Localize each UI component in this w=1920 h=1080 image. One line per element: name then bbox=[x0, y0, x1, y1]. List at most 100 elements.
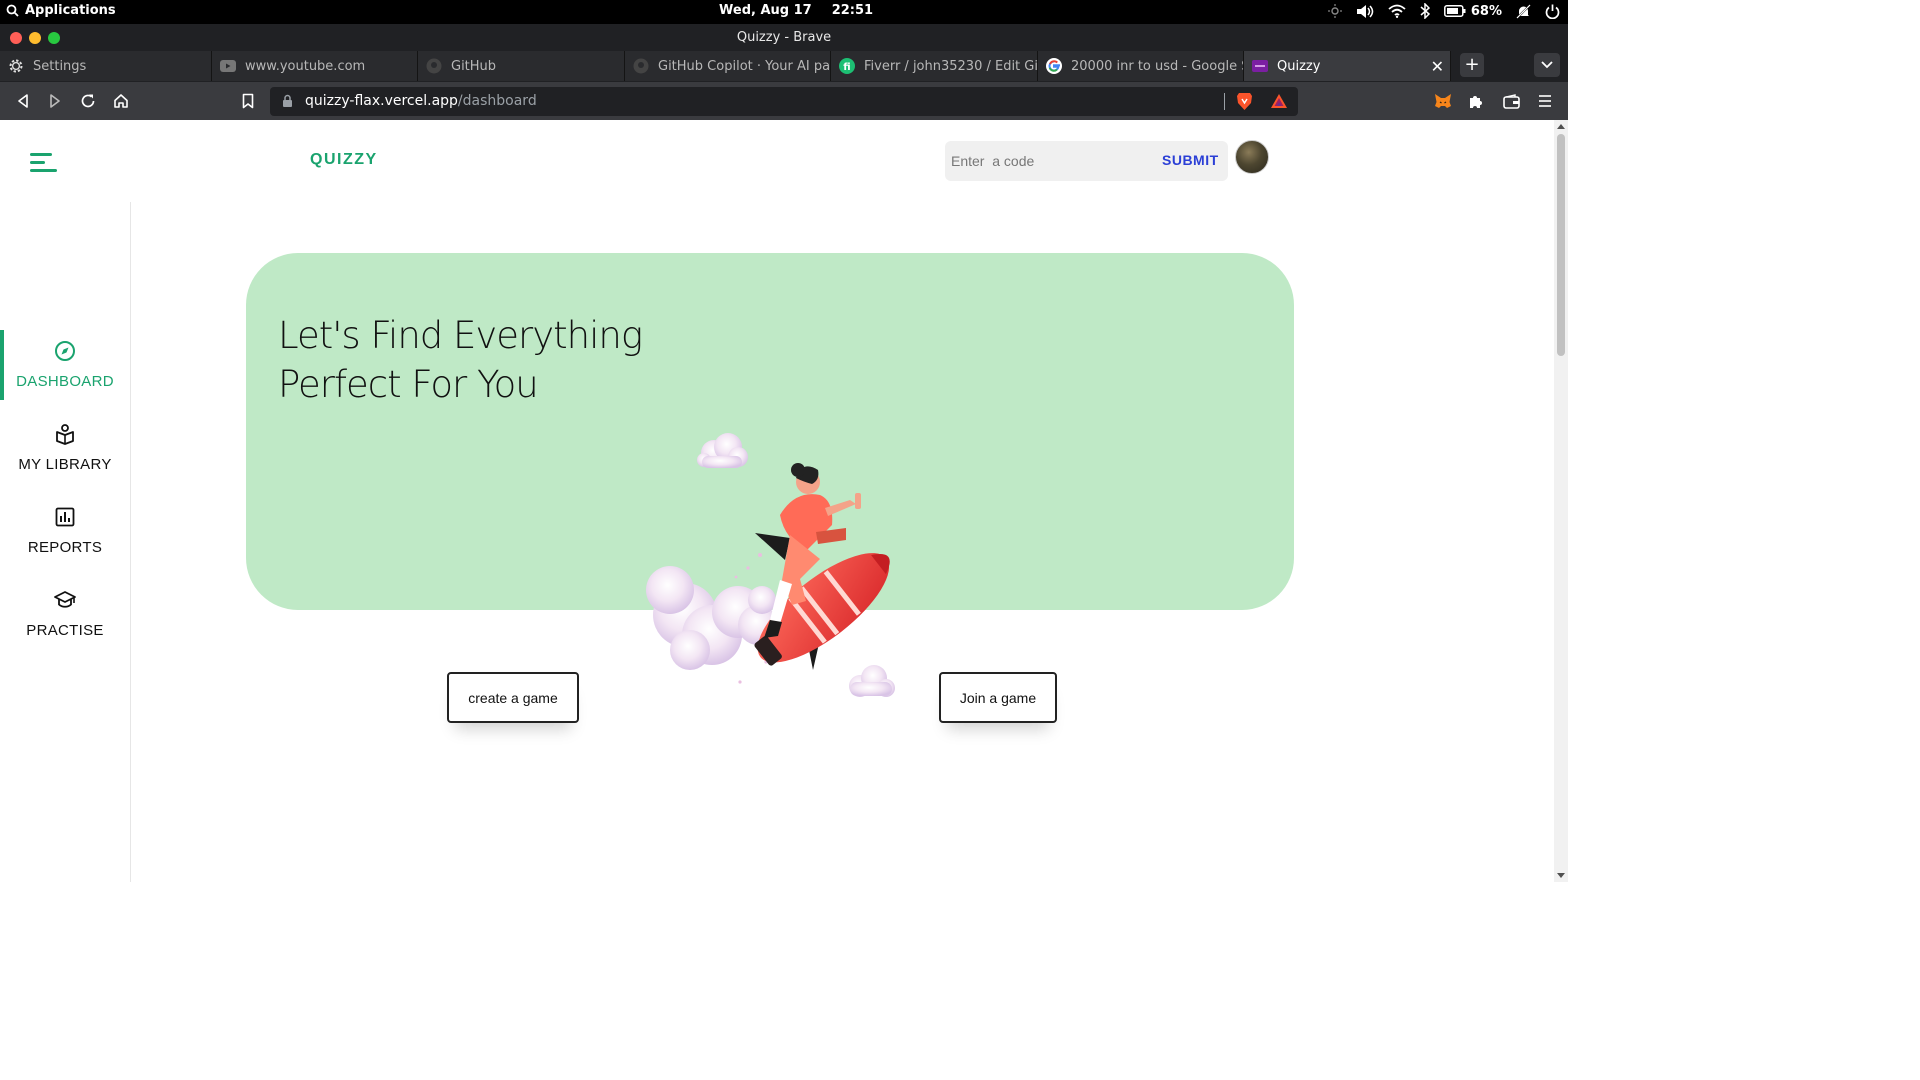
sidebar-item-label: MY LIBRARY bbox=[18, 456, 112, 473]
tab-label: Fiverr / john35230 / Edit Gig bbox=[864, 58, 1037, 74]
tab-search-button[interactable] bbox=[1534, 53, 1560, 77]
exhaust-cloud bbox=[646, 566, 778, 670]
new-tab-button[interactable]: + bbox=[1460, 53, 1484, 77]
library-icon bbox=[56, 424, 74, 445]
fox-icon bbox=[1435, 94, 1451, 108]
brightness-icon[interactable] bbox=[1327, 4, 1342, 18]
gear-icon bbox=[8, 58, 24, 74]
battery-icon bbox=[1443, 5, 1466, 17]
divider bbox=[1224, 93, 1225, 110]
chart-icon bbox=[55, 507, 75, 527]
sidebar-divider bbox=[130, 202, 131, 882]
web-page: QUIZZY SUBMIT DASHBOARD MY LIBRARY REPOR… bbox=[0, 120, 1568, 882]
join-code-form: SUBMIT bbox=[945, 141, 1228, 181]
clock[interactable]: Wed, Aug 17 22:51 bbox=[719, 3, 873, 18]
bluetooth-icon[interactable] bbox=[1420, 3, 1430, 19]
sidebar-item-dashboard[interactable]: DASHBOARD bbox=[0, 330, 130, 400]
submit-code-button[interactable]: SUBMIT bbox=[1162, 152, 1219, 168]
google-icon bbox=[1046, 58, 1062, 74]
hero-title-line: Let's Find Everything bbox=[278, 314, 643, 357]
address-bar[interactable]: quizzy-flax.vercel.app/dashboard bbox=[270, 87, 1298, 116]
scroll-down-icon[interactable] bbox=[1557, 873, 1565, 878]
menu-bar-line bbox=[30, 161, 45, 164]
scroll-up-icon[interactable] bbox=[1557, 124, 1565, 129]
chevron-down-icon bbox=[1541, 61, 1553, 69]
home-button[interactable] bbox=[111, 91, 131, 111]
sidebar-item-label: DASHBOARD bbox=[16, 373, 114, 390]
home-icon bbox=[114, 94, 128, 108]
compass-icon bbox=[55, 341, 75, 361]
wallet-icon bbox=[1502, 93, 1520, 109]
tab-github[interactable]: GitHub bbox=[418, 51, 625, 81]
clock-date: Wed, Aug 17 bbox=[719, 3, 812, 18]
tab-fiverr[interactable]: fi Fiverr / john35230 / Edit Gig bbox=[831, 51, 1038, 81]
app-logo[interactable]: QUIZZY bbox=[310, 151, 378, 169]
page-scrollbar[interactable] bbox=[1554, 120, 1568, 882]
lock-icon[interactable] bbox=[282, 94, 293, 108]
github-icon bbox=[426, 58, 442, 74]
arrow-forward-icon bbox=[50, 94, 60, 108]
forward-button[interactable] bbox=[45, 91, 65, 111]
game-code-input[interactable] bbox=[951, 150, 1151, 172]
github-icon bbox=[633, 58, 649, 74]
sidebar-item-my-library[interactable]: MY LIBRARY bbox=[0, 413, 130, 483]
scrollbar-thumb[interactable] bbox=[1557, 134, 1565, 356]
tab-label: Quizzy bbox=[1277, 58, 1321, 74]
back-button[interactable] bbox=[13, 91, 33, 111]
battery-indicator[interactable]: 68% bbox=[1443, 3, 1502, 19]
volume-icon[interactable] bbox=[1356, 4, 1374, 19]
reload-button[interactable] bbox=[78, 91, 98, 111]
sidebar-item-reports[interactable]: REPORTS bbox=[0, 496, 130, 566]
arrow-back-icon bbox=[18, 94, 28, 108]
sidebar-item-practise[interactable]: PRACTISE bbox=[0, 579, 130, 649]
metamask-extension-button[interactable] bbox=[1433, 91, 1453, 111]
applications-menu[interactable]: Applications bbox=[6, 3, 116, 18]
bookmark-button[interactable] bbox=[238, 91, 258, 111]
brave-shields-icon[interactable] bbox=[1236, 92, 1253, 111]
sidebar-item-label: PRACTISE bbox=[26, 622, 104, 639]
sidebar-toggle-button[interactable] bbox=[30, 152, 58, 174]
close-tab-icon[interactable]: ✕ bbox=[1431, 57, 1444, 76]
wifi-icon[interactable] bbox=[1388, 4, 1406, 18]
browser-menu-button[interactable] bbox=[1535, 91, 1555, 111]
url-text[interactable]: quizzy-flax.vercel.app/dashboard bbox=[305, 93, 537, 109]
tab-label: 20000 inr to usd - Google Se bbox=[1071, 58, 1243, 74]
user-avatar[interactable] bbox=[1235, 140, 1269, 174]
clock-time: 22:51 bbox=[831, 3, 874, 18]
reload-icon bbox=[81, 94, 95, 108]
join-game-button[interactable]: Join a game bbox=[939, 672, 1057, 723]
svg-text:fi: fi bbox=[843, 62, 850, 73]
puzzle-icon bbox=[1470, 96, 1482, 108]
rocket-rider-illustration bbox=[646, 433, 895, 697]
graduation-cap-icon bbox=[54, 591, 76, 608]
extensions-button[interactable] bbox=[1466, 91, 1486, 111]
url-path: /dashboard bbox=[457, 93, 537, 109]
tab-google[interactable]: 20000 inr to usd - Google Se bbox=[1038, 51, 1244, 81]
tab-label: GitHub bbox=[451, 58, 497, 74]
tab-label: www.youtube.com bbox=[245, 58, 366, 74]
search-icon bbox=[6, 4, 19, 17]
os-top-bar: Applications Wed, Aug 17 22:51 68% bbox=[0, 0, 1568, 24]
youtube-icon bbox=[220, 58, 236, 74]
hero-title-line: Perfect For You bbox=[278, 363, 539, 406]
power-icon[interactable] bbox=[1545, 4, 1560, 19]
tab-label: GitHub Copilot · Your AI pair p bbox=[658, 58, 830, 74]
quizzy-icon bbox=[1252, 58, 1268, 74]
sidebar-item-label: REPORTS bbox=[27, 539, 103, 556]
tab-youtube[interactable]: www.youtube.com bbox=[212, 51, 418, 81]
notifications-off-icon[interactable] bbox=[1516, 3, 1531, 19]
tab-quizzy[interactable]: Quizzy ✕ bbox=[1244, 51, 1451, 81]
fiverr-icon: fi bbox=[839, 58, 855, 74]
window-title: Quizzy - Brave bbox=[736, 30, 832, 45]
battery-percent: 68% bbox=[1470, 3, 1502, 19]
create-game-button[interactable]: create a game bbox=[447, 672, 579, 723]
wallet-button[interactable] bbox=[1501, 91, 1521, 111]
brave-rewards-icon[interactable] bbox=[1270, 93, 1288, 109]
window-titlebar: Quizzy - Brave bbox=[0, 24, 1568, 50]
menu-bar-line bbox=[30, 169, 57, 172]
tab-label: Settings bbox=[33, 58, 87, 74]
url-host: quizzy-flax.vercel.app bbox=[305, 93, 458, 109]
menu-icon bbox=[1539, 95, 1551, 107]
tab-settings[interactable]: Settings bbox=[0, 51, 212, 81]
tab-github-copilot[interactable]: GitHub Copilot · Your AI pair p bbox=[625, 51, 831, 81]
